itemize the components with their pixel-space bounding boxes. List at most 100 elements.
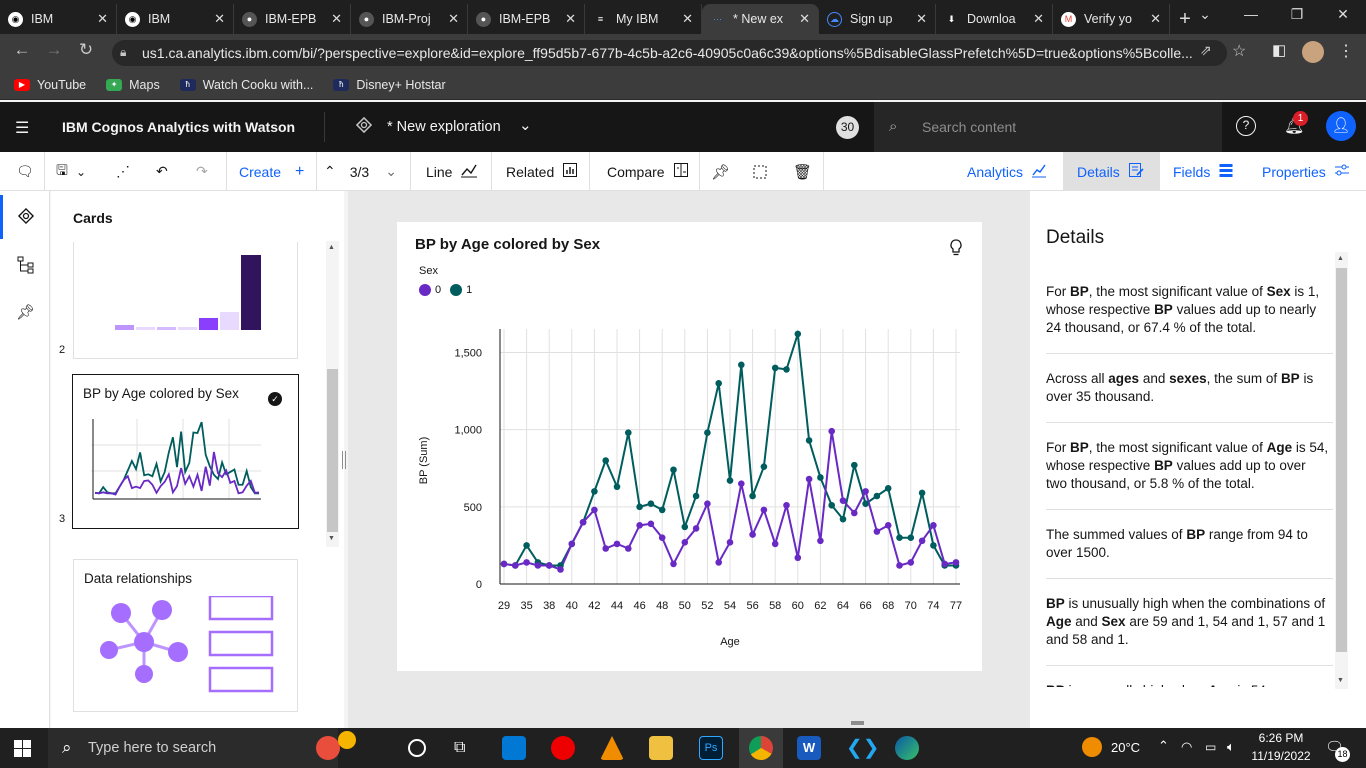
lock-icon[interactable]: 🔒︎ bbox=[120, 45, 126, 60]
help-icon[interactable]: ? bbox=[1236, 116, 1256, 136]
bookmark-3[interactable]: ħ Watch Cooku with... bbox=[179, 78, 313, 92]
analytics-tab[interactable]: Analytics bbox=[967, 152, 1047, 191]
browser-tab-2[interactable]: ◉ IBM ✕ bbox=[117, 4, 234, 34]
undo-icon[interactable]: ↶ bbox=[156, 152, 168, 191]
cards-scrollbar-thumb[interactable] bbox=[327, 369, 338, 532]
count-badge[interactable]: 30 bbox=[836, 116, 859, 139]
details-scrollbar-thumb[interactable] bbox=[1336, 268, 1347, 652]
data-point-sex-1[interactable] bbox=[884, 484, 892, 492]
data-point-sex-1[interactable] bbox=[839, 515, 847, 523]
data-point-sex-1[interactable] bbox=[738, 361, 745, 369]
browser-tab-1[interactable]: ◉ IBM ✕ bbox=[0, 4, 117, 34]
vscode-icon[interactable]: ❮❯ bbox=[846, 736, 880, 760]
taskbar-search-input[interactable]: Type here to search bbox=[48, 728, 338, 768]
close-tab-icon[interactable]: ✕ bbox=[1150, 11, 1161, 27]
cortana-icon[interactable] bbox=[408, 739, 426, 757]
data-point-sex-1[interactable] bbox=[930, 542, 937, 549]
data-point-sex-0[interactable] bbox=[851, 509, 858, 517]
fields-tab[interactable]: Fields bbox=[1173, 152, 1234, 191]
restore-icon[interactable]: ❐ bbox=[1274, 6, 1320, 23]
select-region-icon[interactable] bbox=[752, 152, 768, 191]
hamburger-menu-icon[interactable]: ☰ bbox=[15, 118, 29, 138]
data-point-sex-0[interactable] bbox=[896, 562, 903, 569]
data-point-sex-1[interactable] bbox=[805, 437, 813, 444]
pin-rail-icon[interactable]: 📌︎ bbox=[16, 303, 35, 321]
pin-icon[interactable]: 📌︎ bbox=[711, 152, 730, 191]
data-point-sex-1[interactable] bbox=[873, 492, 881, 500]
side-panel-icon[interactable]: ◧ bbox=[1272, 41, 1286, 59]
data-point-sex-0[interactable] bbox=[568, 540, 576, 548]
clock-date[interactable]: 11/19/2022 bbox=[1250, 749, 1312, 763]
data-point-sex-0[interactable] bbox=[523, 559, 530, 566]
data-point-sex-0[interactable] bbox=[658, 534, 666, 541]
data-point-sex-0[interactable] bbox=[805, 475, 813, 483]
data-point-sex-0[interactable] bbox=[534, 562, 542, 569]
bookmark-2[interactable]: ✦ Maps bbox=[106, 78, 160, 92]
windows-start-icon[interactable] bbox=[14, 740, 31, 760]
close-tab-icon[interactable]: ✕ bbox=[1033, 11, 1044, 27]
exploration-name[interactable]: * New exploration bbox=[387, 119, 501, 135]
close-tab-icon[interactable]: ✕ bbox=[97, 11, 108, 27]
close-tab-icon[interactable]: ✕ bbox=[682, 11, 693, 27]
close-tab-icon[interactable]: ✕ bbox=[916, 11, 927, 27]
data-point-sex-0[interactable] bbox=[930, 522, 937, 529]
data-point-sex-1[interactable] bbox=[726, 477, 734, 484]
reload-icon[interactable]: ↻ bbox=[72, 40, 100, 60]
properties-tab[interactable]: Properties bbox=[1262, 152, 1350, 191]
data-point-sex-1[interactable] bbox=[896, 534, 903, 541]
panel-resize-handle[interactable] bbox=[342, 451, 346, 469]
data-point-sex-0[interactable] bbox=[783, 501, 790, 509]
data-point-sex-0[interactable] bbox=[918, 537, 926, 545]
data-point-sex-1[interactable] bbox=[907, 534, 915, 541]
previous-card-button[interactable]: ⌃ 3/3 ⌄ bbox=[324, 152, 397, 191]
details-tab[interactable]: Details bbox=[1077, 152, 1144, 191]
close-tab-icon[interactable]: ✕ bbox=[799, 11, 810, 27]
scroll-down-icon[interactable]: ▼ bbox=[1337, 677, 1344, 684]
data-point-sex-1[interactable] bbox=[636, 503, 643, 511]
data-point-sex-1[interactable] bbox=[771, 364, 779, 372]
data-point-sex-0[interactable] bbox=[771, 540, 779, 548]
data-point-sex-1[interactable] bbox=[749, 492, 756, 500]
create-button[interactable]: Create + bbox=[239, 152, 304, 191]
comment-icon[interactable]: 🗨︎ bbox=[16, 152, 34, 191]
browser-tab-4[interactable]: ● IBM-Proj ✕ bbox=[351, 4, 468, 34]
related-button[interactable]: Related bbox=[506, 152, 578, 191]
bookmark-1[interactable]: ▶ YouTube bbox=[14, 78, 86, 92]
scroll-up-icon[interactable]: ▲ bbox=[1337, 255, 1344, 262]
browser-tab-10[interactable]: M Verify yo ✕ bbox=[1053, 4, 1170, 34]
file-explorer-icon[interactable] bbox=[649, 736, 673, 760]
data-point-sex-1[interactable] bbox=[613, 483, 621, 491]
data-point-sex-1[interactable] bbox=[918, 489, 926, 497]
data-point-sex-0[interactable] bbox=[500, 560, 508, 568]
more-menu-icon[interactable]: ⋮ bbox=[1338, 41, 1354, 61]
browser-tab-8[interactable]: ☁ Sign up ✕ bbox=[819, 4, 936, 34]
data-point-sex-0[interactable] bbox=[952, 559, 960, 566]
data-point-sex-0[interactable] bbox=[817, 537, 824, 545]
data-point-sex-0[interactable] bbox=[726, 539, 734, 546]
data-point-sex-1[interactable] bbox=[591, 488, 598, 495]
data-point-sex-1[interactable] bbox=[794, 330, 802, 338]
opera-icon[interactable] bbox=[551, 736, 575, 760]
word-icon[interactable]: W bbox=[797, 736, 821, 760]
data-point-sex-1[interactable] bbox=[681, 523, 689, 531]
back-icon[interactable]: ← bbox=[8, 40, 36, 60]
data-point-sex-1[interactable] bbox=[862, 500, 869, 508]
data-point-sex-1[interactable] bbox=[658, 506, 666, 514]
data-point-sex-0[interactable] bbox=[636, 522, 643, 529]
data-point-sex-1[interactable] bbox=[715, 380, 722, 387]
search-input[interactable]: Search content bbox=[874, 102, 1222, 152]
close-window-icon[interactable]: ✕ bbox=[1320, 6, 1366, 23]
volume-icon[interactable]: 🔈︎ bbox=[1227, 739, 1235, 755]
tray-chevron-up-icon[interactable]: ⌃ bbox=[1158, 738, 1169, 754]
data-point-sex-0[interactable] bbox=[907, 559, 915, 566]
data-point-sex-0[interactable] bbox=[613, 540, 621, 548]
delete-trash-icon[interactable]: 🗑︎ bbox=[793, 152, 812, 191]
scroll-down-icon[interactable]: ▼ bbox=[328, 535, 335, 542]
forward-icon[interactable]: → bbox=[40, 40, 68, 60]
data-point-sex-1[interactable] bbox=[851, 461, 858, 469]
scroll-up-icon[interactable]: ▲ bbox=[328, 244, 335, 251]
data-point-sex-0[interactable] bbox=[591, 506, 598, 514]
line-chart-button[interactable]: Line bbox=[426, 152, 478, 191]
data-point-sex-0[interactable] bbox=[873, 528, 881, 535]
data-point-sex-0[interactable] bbox=[670, 560, 677, 568]
